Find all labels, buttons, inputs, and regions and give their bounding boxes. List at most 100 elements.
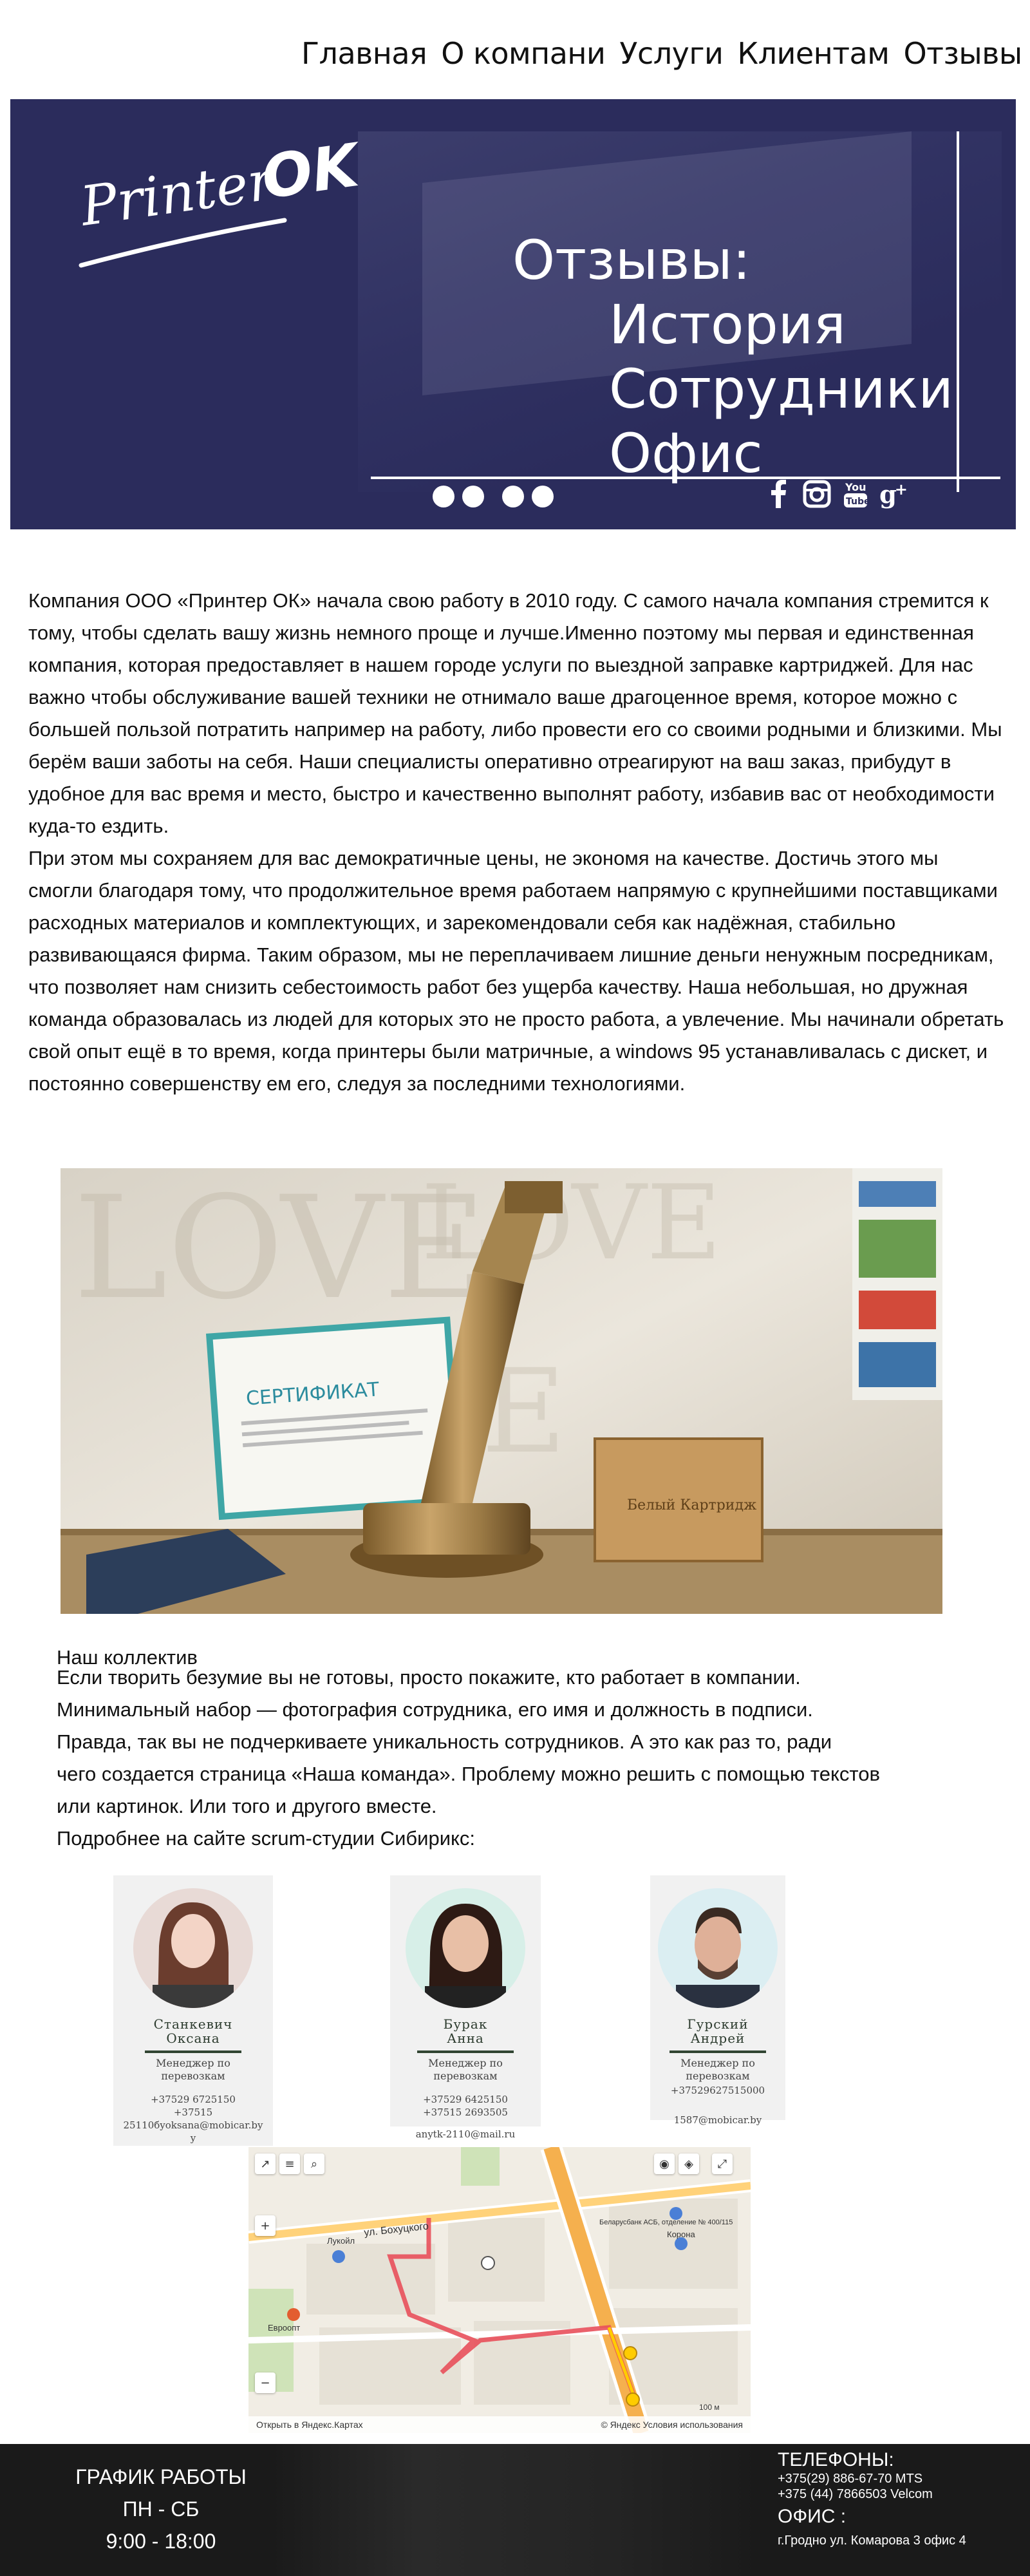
member-email[interactable]: 1587@mobicar.by (650, 2114, 785, 2126)
schedule-hours: 9:00 - 18:00 (106, 2530, 216, 2553)
phone-mts[interactable]: +375(29) 886-67-70 MTS (778, 2471, 966, 2486)
printerok-logo[interactable]: Printer OK (72, 129, 394, 277)
box-brand-label: Белый Картридж (627, 1497, 756, 1513)
schedule-title: ГРАФИК РАБОТЫ (75, 2465, 247, 2488)
member-role-2: перевозкам (433, 2070, 498, 2082)
member-role-2: перевозкам (161, 2070, 225, 2082)
member-role-1: Менеджер по (680, 2057, 755, 2069)
team-line-3: Правда, так вы не подчеркиваете уникальн… (57, 1730, 832, 1753)
map-copyright[interactable]: © Яндекс Условия использования (601, 2420, 743, 2430)
yandex-map[interactable]: ул. Бохуцкого Лукойл Беларусбанк АСБ, от… (248, 2147, 751, 2433)
footer: ГРАФИК РАБОТЫ ПН - СБ 9:00 - 18:00 ТЕЛЕФ… (0, 2444, 1030, 2576)
member-first-name: Оксана (166, 2031, 220, 2046)
hero-banner: Printer OK Отзывы: История Сотрудники Оф… (10, 99, 1016, 529)
member-surname: Бурак (443, 2016, 488, 2032)
member-role-1: Менеджер по (156, 2057, 230, 2069)
hero-title-line-4[interactable]: Офис (609, 421, 953, 486)
member-phone-1: +37529 6425150 (423, 2094, 508, 2105)
slider-dot-3[interactable] (502, 486, 524, 507)
member-role-2: перевозкам (686, 2070, 750, 2082)
slider-dot-1[interactable] (433, 486, 454, 507)
svg-text:LOVE: LOVE (421, 1168, 722, 1283)
svg-text:You: You (845, 481, 866, 493)
hero-vertical-line (957, 131, 959, 492)
member-first-name: Анна (447, 2031, 484, 2046)
member-phone-2: +37515 2693505 (423, 2107, 508, 2118)
logo-ok: OK (258, 130, 366, 213)
name-divider (670, 2050, 766, 2053)
map-fullscreen-button[interactable]: ⤢ (712, 2154, 733, 2174)
map-place-bank: Беларусбанк АСБ, отделение № 400/115 (599, 2219, 733, 2226)
member-phone-1: +37529627515000 (670, 2085, 765, 2096)
youtube-icon[interactable]: You Tube (841, 479, 870, 509)
member-surname: Гурский (687, 2016, 749, 2032)
office-address: г.Гродно ул. Комарова 3 офис 4 (778, 2533, 966, 2548)
hero-title: Отзывы: История Сотрудники Офис (512, 228, 953, 486)
map-zoom-out-button[interactable]: − (255, 2372, 276, 2393)
team-description: Если творить безумие вы не готовы, прост… (57, 1662, 971, 1855)
nav-home[interactable]: Главная (301, 36, 427, 71)
map-panorama-button[interactable]: ◉ (654, 2154, 675, 2174)
map-traffic-button[interactable]: ≡ (279, 2154, 300, 2174)
avatar (133, 1888, 253, 2008)
avatar (658, 1888, 778, 2008)
member-surname: Станкевич (153, 2016, 233, 2032)
facebook-icon[interactable] (763, 479, 793, 509)
avatar (406, 1888, 525, 2008)
team-line-4: чего создается страница «Наша команда». … (57, 1763, 880, 1785)
member-email[interactable]: anytk-2110@mail.ru (390, 2128, 541, 2141)
team-line-6: Подробнее на сайте scrum-студии Сибирикс… (57, 1827, 476, 1850)
map-place-lukoil: Лукойл (327, 2236, 355, 2246)
svg-text:Tube: Tube (846, 497, 868, 507)
about-paragraph-1: Компания ООО «Принтер ОК» начала свою ра… (28, 589, 1002, 837)
work-schedule: ГРАФИК РАБОТЫ ПН - СБ 9:00 - 18:00 (58, 2461, 264, 2557)
team-line-2: Минимальный набор — фотография сотрудник… (57, 1698, 813, 1721)
nav-services[interactable]: Услуги (619, 36, 724, 71)
team-card-burak[interactable]: Бурак Анна Менеджер по перевозкам +37529… (390, 1875, 541, 2140)
team-line-1: Если творить безумие вы не готовы, прост… (57, 1666, 801, 1689)
instagram-icon[interactable] (802, 479, 832, 509)
map-place-evroopt: Евроопт (268, 2323, 300, 2333)
map-canvas[interactable]: ул. Бохуцкого Лукойл Беларусбанк АСБ, от… (248, 2147, 751, 2433)
team-line-5: или картинок. Или того и другого вместе. (57, 1795, 437, 1817)
team-card-gursky[interactable]: Гурский Андрей Менеджер по перевозкам +3… (650, 1875, 785, 2126)
nav-about[interactable]: О компани (441, 36, 606, 71)
phone-velcom[interactable]: +375 (44) 7866503 Velcom (778, 2486, 966, 2502)
map-place-korona: Корона (667, 2230, 695, 2239)
slider-dot-4[interactable] (532, 486, 554, 507)
footer-background-image (270, 2444, 760, 2576)
search-icon[interactable]: ⌕ (304, 2154, 324, 2174)
google-plus-icon[interactable]: g + (879, 479, 909, 509)
svg-text:+: + (895, 480, 908, 498)
hero-title-line-1: Отзывы: (512, 229, 751, 292)
member-phone-2: +37515 (173, 2107, 213, 2118)
main-nav: Главная О компани Услуги Клиентам Отзывы (301, 31, 1022, 76)
map-zoom-in-button[interactable]: + (255, 2215, 276, 2236)
member-phone-1: +37529 6725150 (151, 2094, 236, 2105)
team-card-stankevich[interactable]: Станкевич Оксана Менеджер по перевозкам … (113, 1875, 273, 2146)
map-scale: 100 м (699, 2403, 720, 2412)
hero-title-line-3[interactable]: Сотрудники (609, 357, 953, 421)
member-email[interactable]: 25110бyoksana@mobicar.byy (113, 2119, 273, 2145)
name-divider (145, 2050, 241, 2053)
phones-title: ТЕЛЕФОНЫ: (778, 2449, 894, 2470)
map-layers-button[interactable]: ◈ (679, 2154, 699, 2174)
name-divider (417, 2050, 514, 2053)
about-paragraph-2: При этом мы сохраняем для вас демократич… (28, 847, 1004, 1095)
map-open-link[interactable]: Открыть в Яндекс.Картах (256, 2420, 363, 2430)
social-links: You Tube g + (763, 479, 909, 509)
svg-text:g: g (879, 480, 897, 509)
nav-reviews[interactable]: Отзывы (903, 36, 1022, 71)
slider-dots (433, 486, 554, 507)
map-footer: Открыть в Яндекс.Картах © Яндекс Условия… (248, 2416, 751, 2433)
award-photo: LOVE LOVE LOVE СЕРТИФИКАТ Белый Картридж (61, 1168, 942, 1614)
about-section: Компания ООО «Принтер ОК» начала свою ра… (28, 585, 1007, 1100)
office-title: ОФИС : (778, 2506, 847, 2527)
member-first-name: Андрей (690, 2031, 745, 2046)
member-role-1: Менеджер по (428, 2057, 503, 2069)
hero-title-line-2[interactable]: История (609, 292, 953, 357)
nav-clients[interactable]: Клиентам (737, 36, 890, 71)
schedule-days: ПН - СБ (122, 2497, 200, 2521)
map-ruler-button[interactable]: ↗ (255, 2154, 276, 2174)
slider-dot-2[interactable] (462, 486, 484, 507)
